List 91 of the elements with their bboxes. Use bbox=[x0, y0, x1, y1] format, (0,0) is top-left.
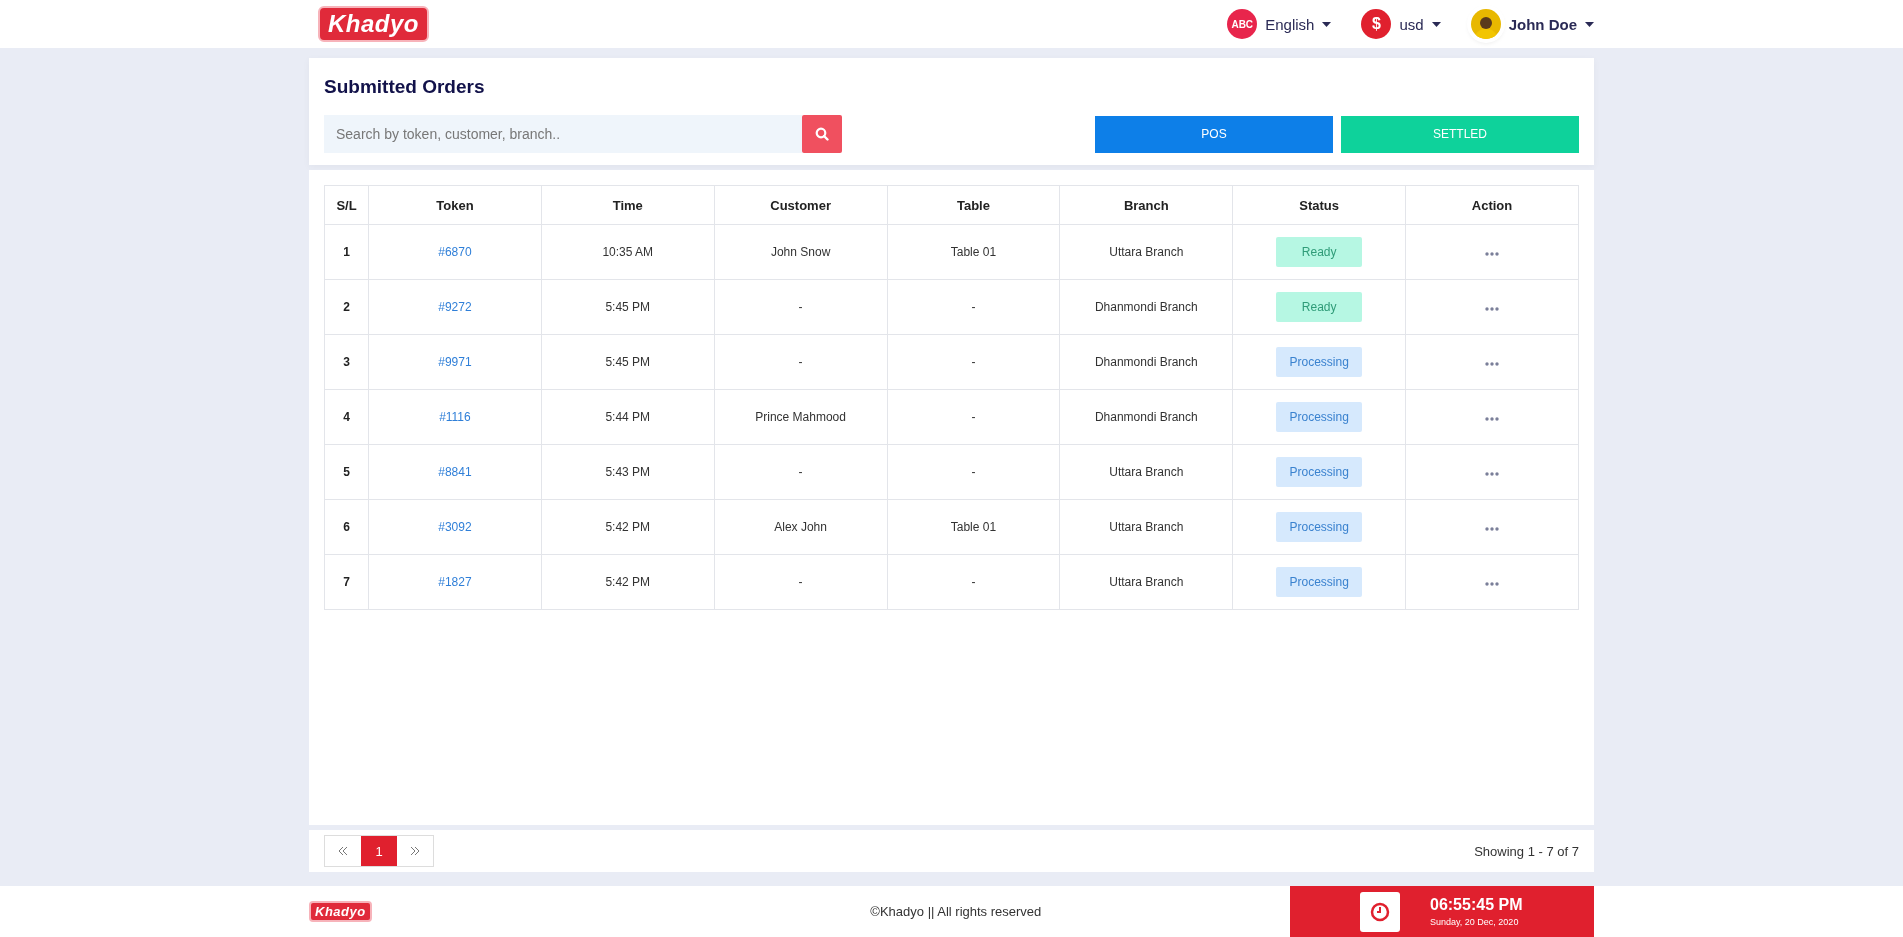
more-icon[interactable] bbox=[1485, 472, 1500, 476]
table-cell: Uttara Branch bbox=[1059, 554, 1233, 610]
search-field[interactable]: Search by token, customer, branch.. bbox=[324, 115, 802, 153]
token-link[interactable]: #9971 bbox=[438, 355, 472, 369]
more-icon[interactable] bbox=[1485, 417, 1500, 421]
clock-icon bbox=[1360, 891, 1400, 932]
status-badge: Processing bbox=[1276, 457, 1363, 487]
table-cell: Dhanmondi Branch bbox=[1059, 279, 1233, 335]
column-header: Time bbox=[541, 185, 715, 225]
more-icon[interactable] bbox=[1485, 307, 1500, 311]
page-button[interactable]: 1 bbox=[361, 836, 397, 866]
token-link[interactable]: #1827 bbox=[438, 575, 472, 589]
table-cell: 7 bbox=[324, 554, 369, 610]
token-link[interactable]: #3092 bbox=[438, 520, 472, 534]
clock-time: 06:55:45 PM bbox=[1430, 896, 1523, 914]
table-cell: - bbox=[887, 279, 1060, 335]
more-icon[interactable] bbox=[1485, 527, 1500, 531]
currency-label: usd bbox=[1399, 15, 1424, 33]
column-header: Table bbox=[887, 185, 1060, 225]
table-cell: - bbox=[887, 554, 1060, 610]
avatar-icon bbox=[1470, 9, 1501, 39]
column-header: S/L bbox=[324, 185, 369, 225]
status-badge: Ready bbox=[1276, 237, 1363, 267]
status-badge: Ready bbox=[1276, 292, 1363, 322]
clock-date: Sunday, 20 Dec, 2020 bbox=[1430, 917, 1520, 927]
table-cell: Prince Mahmood bbox=[714, 389, 888, 445]
khadyo-logo: Khadyo bbox=[309, 901, 372, 922]
token-link[interactable]: #1116 bbox=[439, 410, 471, 424]
language-badge: ABC bbox=[1227, 9, 1258, 39]
user-dropdown[interactable]: John Doe bbox=[1470, 9, 1594, 39]
chevrons-right-icon bbox=[410, 846, 420, 856]
table-cell: 5:42 PM bbox=[541, 499, 715, 555]
action-button[interactable]: POS bbox=[1095, 115, 1333, 153]
table-cell: 2 bbox=[324, 279, 369, 335]
search-icon bbox=[815, 127, 829, 141]
column-header: Token bbox=[368, 185, 542, 225]
more-icon[interactable] bbox=[1485, 362, 1500, 366]
table-cell: 5 bbox=[324, 444, 369, 500]
table-cell: 4 bbox=[324, 389, 369, 445]
table-cell: - bbox=[887, 444, 1060, 500]
table-cell: - bbox=[714, 444, 888, 500]
token-link[interactable]: #9272 bbox=[438, 300, 472, 314]
user-name: John Doe bbox=[1508, 15, 1577, 33]
table-cell: 6 bbox=[324, 499, 369, 555]
status-badge: Processing bbox=[1276, 512, 1363, 542]
table-cell: - bbox=[714, 554, 888, 610]
column-header: Customer bbox=[714, 185, 888, 225]
table-cell: Table 01 bbox=[887, 499, 1060, 555]
table-cell: 3 bbox=[324, 334, 369, 390]
language-label: English bbox=[1265, 15, 1315, 33]
caret-icon bbox=[1585, 21, 1594, 27]
pagination-summary: Showing 1 - 7 of 7 bbox=[1474, 843, 1579, 859]
table-cell: Uttara Branch bbox=[1059, 444, 1233, 500]
copyright-text: ©Khadyo || All rights reserved bbox=[870, 904, 1042, 919]
table-cell: - bbox=[887, 334, 1060, 390]
column-header: Action bbox=[1405, 185, 1579, 225]
table-cell: Uttara Branch bbox=[1059, 499, 1233, 555]
column-header: Status bbox=[1232, 185, 1406, 225]
table-cell: 5:44 PM bbox=[541, 389, 715, 445]
caret-icon bbox=[1431, 21, 1441, 27]
table-cell: Alex John bbox=[714, 499, 888, 555]
token-link[interactable]: #6870 bbox=[438, 245, 472, 259]
more-icon[interactable] bbox=[1485, 582, 1500, 586]
table-cell: Uttara Branch bbox=[1059, 224, 1233, 280]
chevrons-left-icon bbox=[338, 846, 348, 856]
table-cell: 10:35 AM bbox=[541, 224, 715, 280]
status-badge: Processing bbox=[1276, 402, 1363, 432]
more-icon[interactable] bbox=[1485, 252, 1500, 256]
status-badge: Processing bbox=[1276, 347, 1363, 377]
language-dropdown[interactable]: ABC English bbox=[1227, 9, 1332, 39]
khadyo-logo[interactable]: Khadyo bbox=[318, 6, 429, 42]
table-cell: - bbox=[714, 279, 888, 335]
table-cell: 5:45 PM bbox=[541, 279, 715, 335]
table-cell: 1 bbox=[324, 224, 369, 280]
table-cell: Table 01 bbox=[887, 224, 1060, 280]
search-button[interactable] bbox=[802, 115, 842, 153]
table-cell: Dhanmondi Branch bbox=[1059, 334, 1233, 390]
table-cell: John Snow bbox=[714, 224, 888, 280]
currency-badge: $ bbox=[1361, 9, 1392, 39]
table-cell: - bbox=[887, 389, 1060, 445]
status-badge: Processing bbox=[1276, 567, 1363, 597]
column-header: Branch bbox=[1059, 185, 1233, 225]
page-title: Submitted Orders bbox=[324, 76, 486, 98]
table-cell: Dhanmondi Branch bbox=[1059, 389, 1233, 445]
table-cell: - bbox=[714, 334, 888, 390]
table-cell: 5:42 PM bbox=[541, 554, 715, 610]
table-cell: 5:45 PM bbox=[541, 334, 715, 390]
caret-icon bbox=[1322, 21, 1332, 27]
table-cell: 5:43 PM bbox=[541, 444, 715, 500]
token-link[interactable]: #8841 bbox=[438, 465, 472, 479]
currency-dropdown[interactable]: $ usd bbox=[1361, 9, 1441, 39]
